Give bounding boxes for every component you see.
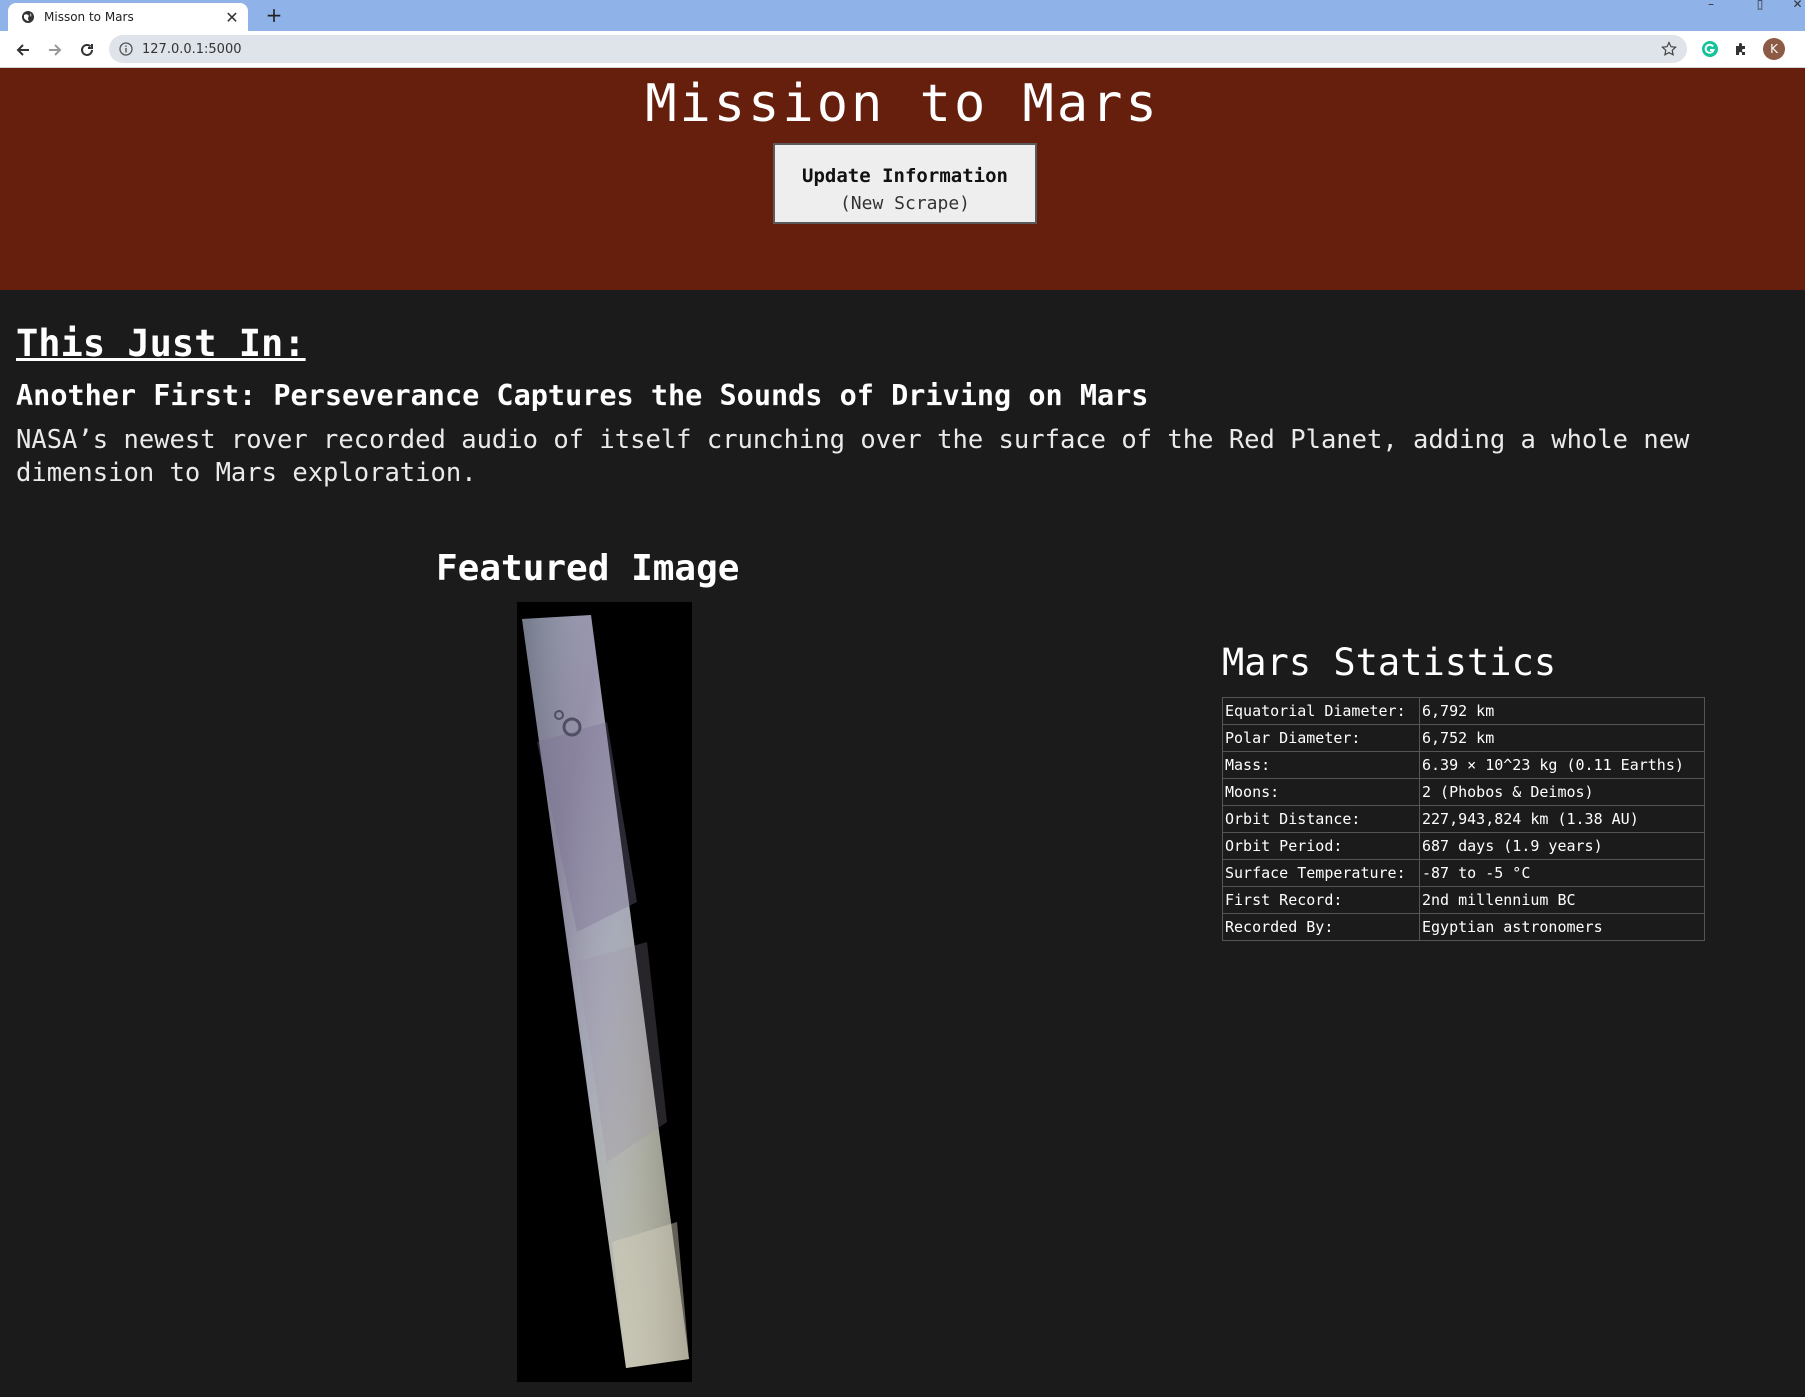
back-icon[interactable] (10, 37, 36, 63)
table-row: Polar Diameter: 6,752 km (1222, 724, 1705, 752)
update-information-button[interactable]: Update Information (New Scrape) (773, 143, 1037, 224)
close-window-icon[interactable]: ✕ (1790, 0, 1805, 12)
table-row: Mass: 6.39 × 10^23 kg (0.11 Earths) (1222, 751, 1705, 779)
maximize-icon[interactable]: ▯ (1745, 0, 1775, 12)
fact-label: Moons: (1222, 778, 1420, 806)
page-title: Mission to Mars (645, 74, 1160, 134)
tab-title: Misson to Mars (44, 10, 134, 24)
fact-value: 227,943,824 km (1.38 AU) (1419, 805, 1705, 833)
table-row: Orbit Distance: 227,943,824 km (1.38 AU) (1222, 805, 1705, 833)
table-row: Surface Temperature: -87 to -5 °C (1222, 859, 1705, 887)
mars-facts-table: Equatorial Diameter: 6,792 km Polar Diame… (1222, 697, 1705, 941)
fact-label: Orbit Period: (1222, 832, 1420, 860)
fact-label: Mass: (1222, 751, 1420, 779)
table-row: Recorded By: Egyptian astronomers (1222, 913, 1705, 941)
forward-icon[interactable] (42, 37, 68, 63)
news-title: Another First: Perseverance Captures the… (16, 379, 1149, 412)
table-row: Moons: 2 (Phobos & Deimos) (1222, 778, 1705, 806)
mars-statistics-heading: Mars Statistics (1222, 641, 1557, 684)
new-tab-icon[interactable]: + (262, 3, 286, 27)
browser-toolbar: 127.0.0.1:5000 K (0, 31, 1805, 68)
fact-value: 2nd millennium BC (1419, 886, 1705, 914)
browser-tab[interactable]: Misson to Mars ✕ (8, 3, 248, 31)
news-paragraph: NASA’s newest rover recorded audio of it… (16, 425, 1690, 488)
news-section-heading: This Just In: (16, 322, 306, 365)
fact-label: Equatorial Diameter: (1222, 697, 1420, 725)
globe-icon (22, 11, 34, 23)
fact-value: 6,752 km (1419, 724, 1705, 752)
close-tab-icon[interactable]: ✕ (220, 8, 244, 27)
fact-value: 6.39 × 10^23 kg (0.11 Earths) (1419, 751, 1705, 779)
grammarly-extension-icon[interactable] (1700, 39, 1720, 59)
bookmark-star-icon[interactable] (1661, 41, 1677, 57)
table-row: First Record: 2nd millennium BC (1222, 886, 1705, 914)
url-text[interactable]: 127.0.0.1:5000 (142, 42, 1661, 57)
fact-label: Polar Diameter: (1222, 724, 1420, 752)
fact-value: Egyptian astronomers (1419, 913, 1705, 941)
address-bar[interactable]: 127.0.0.1:5000 (109, 35, 1687, 63)
minimize-icon[interactable]: – (1696, 0, 1726, 12)
info-icon[interactable] (119, 42, 133, 56)
fact-value: -87 to -5 °C (1419, 859, 1705, 887)
featured-image (517, 602, 692, 1382)
fact-label: Recorded By: (1222, 913, 1420, 941)
button-label-primary: Update Information (802, 165, 1008, 187)
button-label-secondary: (New Scrape) (839, 193, 971, 214)
table-row: Orbit Period: 687 days (1.9 years) (1222, 832, 1705, 860)
reload-icon[interactable] (74, 37, 100, 63)
fact-label: Orbit Distance: (1222, 805, 1420, 833)
fact-label: First Record: (1222, 886, 1420, 914)
header-banner: Mission to Mars Update Information (New … (0, 68, 1805, 290)
table-row: Equatorial Diameter: 6,792 km (1222, 697, 1705, 725)
mars-surface-strip-image (522, 615, 689, 1368)
extensions-puzzle-icon[interactable] (1731, 39, 1751, 59)
featured-image-heading: Featured Image (436, 548, 740, 589)
fact-label: Surface Temperature: (1222, 859, 1420, 887)
fact-value: 687 days (1.9 years) (1419, 832, 1705, 860)
tab-strip: Misson to Mars ✕ + – ▯ ✕ (0, 0, 1805, 31)
fact-value: 2 (Phobos & Deimos) (1419, 778, 1705, 806)
fact-value: 6,792 km (1419, 697, 1705, 725)
profile-avatar[interactable]: K (1763, 38, 1785, 60)
